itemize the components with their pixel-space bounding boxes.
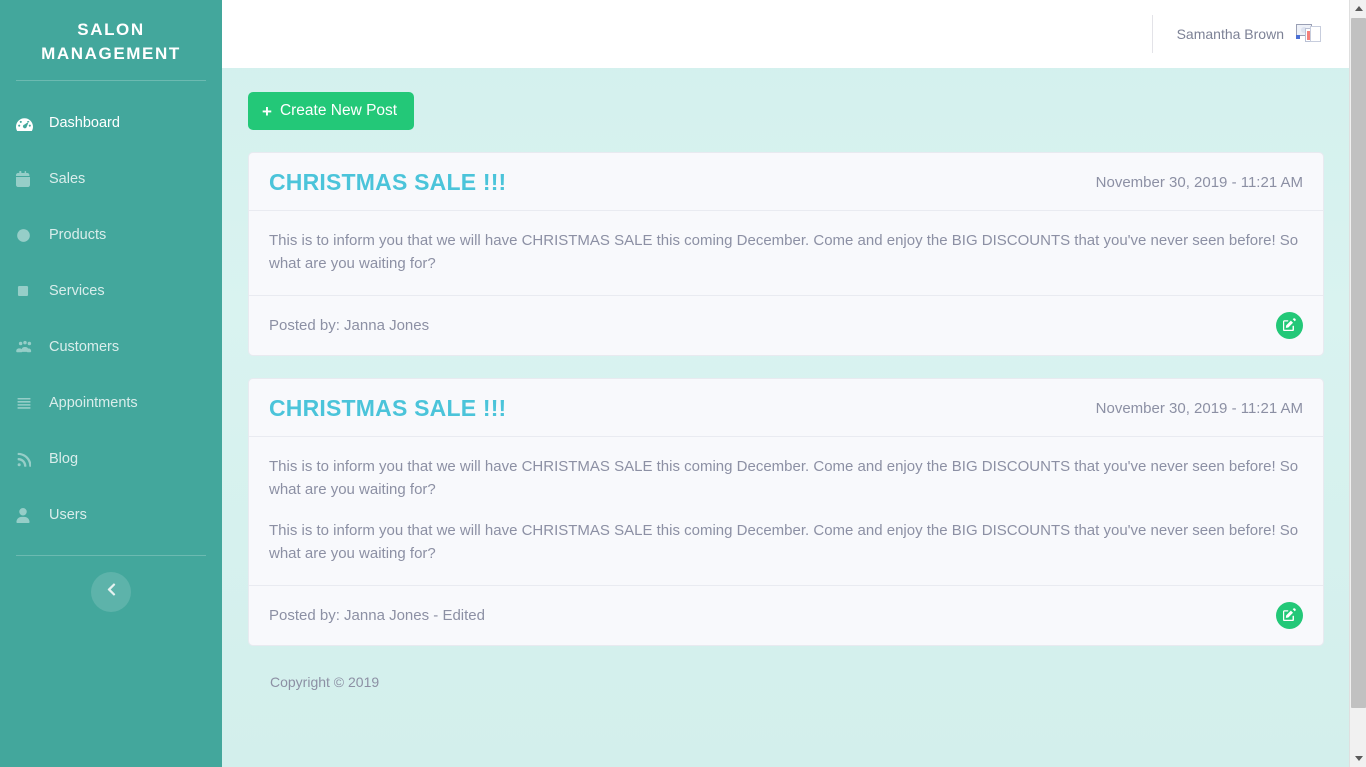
- brand-title: SALON MANAGEMENT: [0, 8, 222, 80]
- edit-post-button[interactable]: [1276, 312, 1303, 339]
- tachometer-icon: [16, 115, 42, 132]
- post-header: CHRISTMAS SALE !!! November 30, 2019 - 1…: [249, 153, 1323, 211]
- broken-image-icon: [1296, 23, 1322, 45]
- sidebar-nav: Dashboard Sales Products Services Custom…: [0, 95, 222, 543]
- scroll-up-button[interactable]: [1350, 0, 1366, 17]
- user-menu[interactable]: Samantha Brown: [1151, 15, 1322, 53]
- copyright-text: Copyright © 2019: [270, 674, 380, 690]
- chevron-left-icon: [107, 582, 116, 602]
- circle-icon: [16, 228, 42, 243]
- blog-post-card: CHRISTMAS SALE !!! November 30, 2019 - 1…: [248, 152, 1324, 356]
- post-footer: Posted by: Janna Jones - Edited: [249, 585, 1323, 645]
- sidebar-item-products[interactable]: Products: [0, 207, 222, 263]
- create-new-post-label: Create New Post: [279, 102, 398, 119]
- scroll-down-button[interactable]: [1350, 750, 1366, 767]
- sidebar-item-appointments[interactable]: Appointments: [0, 375, 222, 431]
- rss-icon: [16, 452, 42, 467]
- sidebar-item-label: Products: [49, 227, 107, 243]
- post-footer: Posted by: Janna Jones: [249, 295, 1323, 355]
- post-author: Posted by: Janna Jones - Edited: [269, 607, 485, 624]
- sidebar-item-users[interactable]: Users: [0, 487, 222, 543]
- brand-line-1: SALON: [77, 20, 145, 39]
- sidebar-item-label: Customers: [49, 339, 120, 355]
- sidebar-item-blog[interactable]: Blog: [0, 431, 222, 487]
- sidebar-item-label: Dashboard: [49, 115, 120, 131]
- post-paragraph: This is to inform you that we will have …: [269, 522, 1299, 562]
- sidebar-divider: [16, 555, 206, 556]
- topbar: Samantha Brown: [222, 0, 1366, 68]
- sidebar-item-services[interactable]: Services: [0, 263, 222, 319]
- main-pane: Samantha Brown + Create New Post CHRISTM…: [222, 0, 1366, 767]
- sidebar-item-label: Appointments: [49, 395, 138, 411]
- content-area: + Create New Post CHRISTMAS SALE !!! Nov…: [222, 68, 1366, 690]
- post-title: CHRISTMAS SALE !!!: [269, 169, 507, 195]
- post-author: Posted by: Janna Jones: [269, 317, 430, 334]
- post-date: November 30, 2019 - 11:21 AM: [1095, 174, 1303, 191]
- sidebar-item-label: Users: [49, 507, 87, 523]
- triangle-down-icon: [1354, 756, 1363, 761]
- sidebar-item-customers[interactable]: Customers: [0, 319, 222, 375]
- calendar-icon: [16, 171, 42, 187]
- create-new-post-button[interactable]: + Create New Post: [248, 92, 415, 130]
- square-icon: [16, 284, 42, 298]
- brand-divider: [16, 80, 206, 81]
- pen-to-square-icon: [1283, 607, 1296, 624]
- user-name-label: Samantha Brown: [1176, 26, 1284, 42]
- sidebar: SALON MANAGEMENT Dashboard Sales Product…: [0, 0, 222, 767]
- post-header: CHRISTMAS SALE !!! November 30, 2019 - 1…: [249, 379, 1323, 437]
- post-body: This is to inform you that we will have …: [249, 437, 1323, 585]
- plus-icon: +: [262, 101, 272, 121]
- brand-line-2: MANAGEMENT: [41, 44, 181, 63]
- app-root: SALON MANAGEMENT Dashboard Sales Product…: [0, 0, 1366, 767]
- post-body: This is to inform you that we will have …: [249, 211, 1323, 295]
- user-icon: [16, 507, 42, 523]
- sidebar-item-label: Sales: [49, 171, 86, 187]
- post-title: CHRISTMAS SALE !!!: [269, 395, 507, 421]
- sidebar-collapse-wrap: [0, 572, 222, 612]
- vertical-scrollbar[interactable]: [1349, 0, 1366, 767]
- sidebar-item-label: Blog: [49, 451, 79, 467]
- triangle-up-icon: [1354, 6, 1363, 11]
- scrollbar-thumb[interactable]: [1351, 18, 1366, 708]
- post-date: November 30, 2019 - 11:21 AM: [1095, 400, 1303, 417]
- post-paragraph: This is to inform you that we will have …: [269, 458, 1299, 498]
- sidebar-item-label: Services: [49, 283, 105, 299]
- blog-post-card: CHRISTMAS SALE !!! November 30, 2019 - 1…: [248, 378, 1324, 646]
- sidebar-item-sales[interactable]: Sales: [0, 151, 222, 207]
- pen-to-square-icon: [1283, 317, 1296, 334]
- post-paragraph: This is to inform you that we will have …: [269, 232, 1299, 272]
- list-icon: [16, 396, 42, 410]
- edit-post-button[interactable]: [1276, 602, 1303, 629]
- users-icon: [16, 340, 42, 354]
- sidebar-item-dashboard[interactable]: Dashboard: [0, 95, 222, 151]
- sidebar-collapse-button[interactable]: [91, 572, 131, 612]
